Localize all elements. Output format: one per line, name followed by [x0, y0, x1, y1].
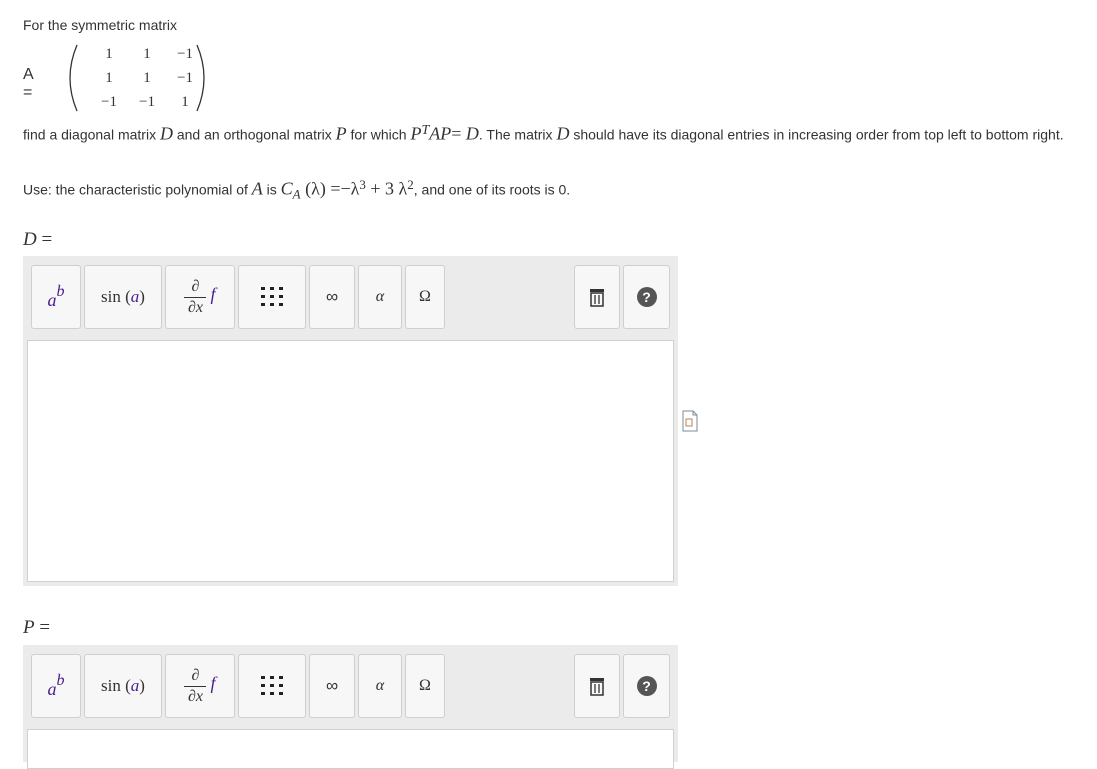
matrix-grid-icon	[261, 676, 283, 695]
partial-derivative-button[interactable]: ∂ ∂x f	[165, 265, 235, 329]
matrix-cell: 1	[105, 46, 113, 62]
editor-toolbar: ab sin (a) ∂ ∂x f ∞ α Ω ?	[23, 256, 678, 340]
matrix-cell: 1	[143, 46, 151, 62]
trash-icon	[590, 289, 604, 307]
omega-button[interactable]: Ω	[405, 654, 445, 718]
document-icon[interactable]	[682, 410, 698, 435]
infinity-button[interactable]: ∞	[309, 654, 355, 718]
alpha-button[interactable]: α	[358, 654, 402, 718]
matrix-grid-button[interactable]	[238, 265, 306, 329]
power-button[interactable]: ab	[31, 265, 81, 329]
editor-toolbar: ab sin (a) ∂ ∂x f ∞ α Ω ?	[23, 645, 678, 729]
question-paragraph-2: Use: the characteristic polynomial of A …	[23, 177, 571, 202]
infinity-button[interactable]: ∞	[309, 265, 355, 329]
matrix-cell: 1	[143, 70, 151, 86]
omega-button[interactable]: Ω	[405, 265, 445, 329]
partial-derivative-button[interactable]: ∂ ∂x f	[165, 654, 235, 718]
answer-d-label: D =	[23, 229, 53, 250]
math-editor-p: ab sin (a) ∂ ∂x f ∞ α Ω ?	[23, 645, 678, 769]
answer-p-label: P =	[23, 617, 51, 638]
math-editor-d: ab sin (a) ∂ ∂x f ∞ α Ω ?	[23, 256, 678, 586]
matrix-label: A =	[23, 66, 33, 101]
power-button[interactable]: ab	[31, 654, 81, 718]
matrix-grid-icon	[261, 287, 283, 306]
matrix-grid-button[interactable]	[238, 654, 306, 718]
matrix-cell: 1	[181, 94, 189, 110]
question-paragraph-1: find a diagonal matrix D and an orthogon…	[23, 123, 1064, 144]
sin-button[interactable]: sin (a)	[84, 265, 162, 329]
help-icon: ?	[636, 287, 657, 307]
help-icon: ?	[636, 676, 657, 696]
matrix-cell: −1	[177, 70, 193, 86]
matrix-cell: −1	[101, 94, 117, 110]
trash-icon	[590, 678, 604, 696]
trash-button[interactable]	[574, 654, 620, 718]
math-input-p[interactable]	[27, 729, 674, 769]
matrix-svg: 1 1 −1 1 1 −1 −1 −1 1	[69, 44, 205, 112]
matrix-cell: −1	[177, 46, 193, 62]
question-intro: For the symmetric matrix	[23, 17, 178, 33]
math-input-d[interactable]	[27, 340, 674, 582]
help-button[interactable]: ?	[623, 265, 670, 329]
help-button[interactable]: ?	[623, 654, 670, 718]
matrix-cell: 1	[105, 70, 113, 86]
alpha-button[interactable]: α	[358, 265, 402, 329]
trash-button[interactable]	[574, 265, 620, 329]
sin-button[interactable]: sin (a)	[84, 654, 162, 718]
matrix-cell: −1	[139, 94, 155, 110]
